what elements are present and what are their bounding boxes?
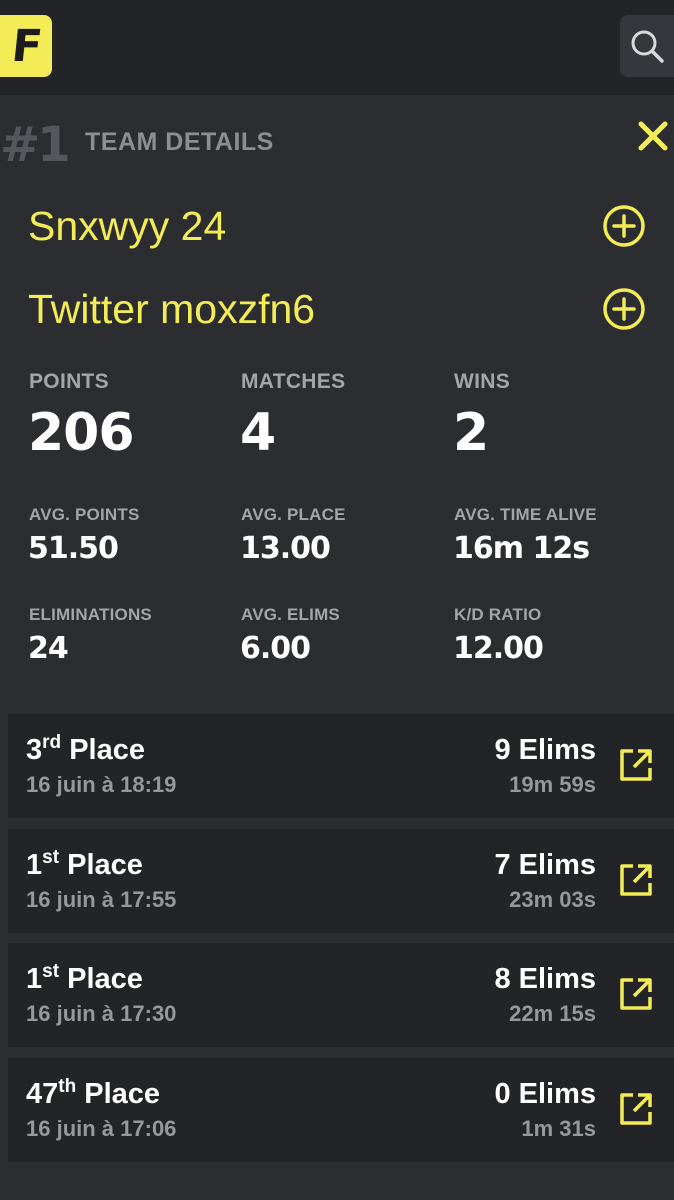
stat-label-eliminations: ELIMINATIONS (29, 605, 152, 624)
match-placement: 3rd Place (26, 732, 145, 767)
stat-label-wins: WINS (454, 370, 511, 393)
stat-label-avg-elims: AVG. ELIMS (241, 605, 340, 624)
match-date: 16 juin à 17:30 (26, 1001, 177, 1026)
member-name[interactable]: Snxwyy 24 (28, 196, 226, 256)
stat-value-avg-time-alive: 16m 12s (453, 531, 590, 566)
stat-value-kd-ratio: 12.00 (453, 631, 544, 666)
match-card[interactable]: 47th Place 16 juin à 17:06 0 Elims 1m 31… (8, 1058, 674, 1162)
match-elims: 7 Elims (494, 849, 596, 881)
match-date: 16 juin à 17:55 (26, 887, 177, 912)
place-word: Place (84, 1078, 161, 1110)
place-suffix: st (42, 847, 60, 868)
panel-title: TEAM DETAILS (85, 128, 274, 156)
stat-label-avg-time-alive: AVG. TIME ALIVE (454, 505, 597, 524)
external-link-icon[interactable] (618, 976, 654, 1012)
search-button[interactable] (620, 15, 674, 77)
team-member-row: Snxwyy 24 (28, 196, 648, 256)
match-placement: 1st Place (26, 847, 143, 882)
app-logo[interactable]: F (0, 15, 52, 77)
match-time-alive: 22m 15s (509, 1001, 596, 1026)
search-icon (631, 30, 664, 63)
stat-value-wins: 2 (453, 403, 489, 463)
place-number: 3 (26, 734, 43, 766)
match-elims: 9 Elims (494, 734, 596, 766)
match-time-alive: 23m 03s (509, 887, 596, 912)
stat-value-eliminations: 24 (28, 631, 69, 666)
stat-label-avg-place: AVG. PLACE (241, 505, 346, 524)
place-number: 47 (26, 1078, 59, 1110)
match-card[interactable]: 1st Place 16 juin à 17:55 7 Elims 23m 03… (8, 829, 674, 933)
stat-value-avg-elims: 6.00 (240, 631, 311, 666)
stat-label-matches: MATCHES (241, 370, 346, 393)
match-time-alive: 19m 59s (509, 772, 596, 797)
member-name[interactable]: Twitter moxzfn6 (28, 279, 315, 339)
match-elims: 8 Elims (494, 963, 596, 995)
stat-label-kd-ratio: K/D RATIO (454, 605, 542, 624)
stat-label-avg-points: AVG. POINTS (29, 505, 140, 524)
match-card[interactable]: 1st Place 16 juin à 17:30 8 Elims 22m 15… (8, 943, 674, 1047)
logo-letter: F (9, 20, 43, 72)
place-suffix: st (42, 961, 60, 982)
stat-value-points: 206 (28, 403, 135, 463)
place-word: Place (67, 849, 143, 881)
team-details-panel: #1 TEAM DETAILS Snxwyy 24 Twitter moxzfn… (0, 95, 674, 1200)
place-word: Place (69, 734, 145, 766)
stat-value-matches: 4 (240, 403, 276, 463)
match-time-alive: 1m 31s (521, 1116, 596, 1141)
top-bar: F (0, 0, 674, 95)
plus-circle-icon[interactable] (602, 287, 646, 331)
team-rank: #1 (0, 117, 71, 173)
match-placement: 47th Place (26, 1076, 161, 1111)
match-card[interactable]: 3rd Place 16 juin à 18:19 9 Elims 19m 59… (8, 714, 674, 818)
external-link-icon[interactable] (618, 862, 654, 898)
place-word: Place (67, 963, 143, 995)
place-suffix: th (58, 1076, 77, 1097)
team-member-row: Twitter moxzfn6 (28, 279, 648, 339)
match-placement: 1st Place (26, 961, 143, 996)
close-icon[interactable] (634, 117, 672, 155)
stat-value-avg-place: 13.00 (240, 531, 331, 566)
external-link-icon[interactable] (618, 747, 654, 783)
stat-value-avg-points: 51.50 (28, 531, 119, 566)
match-date: 16 juin à 18:19 (26, 772, 177, 797)
match-date: 16 juin à 17:06 (26, 1116, 177, 1141)
place-number: 1 (26, 849, 43, 881)
place-suffix: rd (42, 732, 62, 753)
stat-label-points: POINTS (29, 370, 109, 393)
plus-circle-icon[interactable] (602, 204, 646, 248)
external-link-icon[interactable] (618, 1091, 654, 1127)
match-elims: 0 Elims (494, 1078, 596, 1110)
place-number: 1 (26, 963, 43, 995)
